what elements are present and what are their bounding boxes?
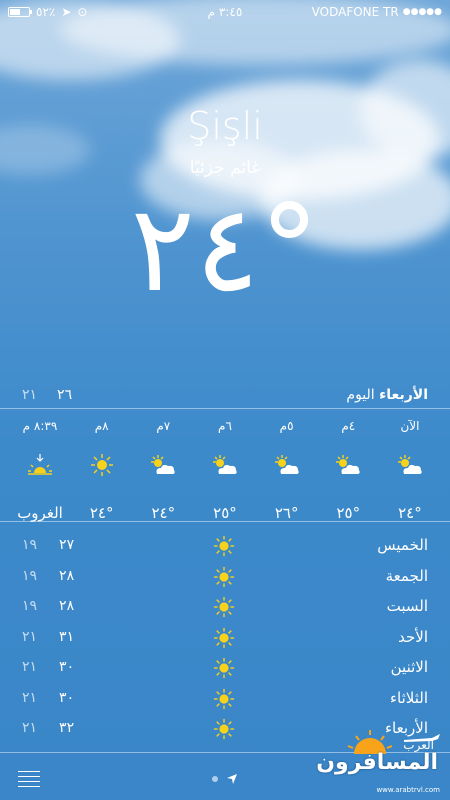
hour-temp: ٢٥°: [213, 504, 237, 522]
day-low: ١٩: [22, 537, 38, 554]
list-item: ١٩ ٢٨ الجمعة: [0, 561, 450, 592]
hour-temp: ٢٥°: [336, 504, 361, 522]
list-item: ٢١ ٣٠ الاثنين: [0, 652, 450, 683]
sun-icon: [90, 448, 114, 482]
sun-icon: [213, 535, 235, 561]
day-high: ٢٨: [59, 598, 75, 615]
sun-icon: [213, 718, 235, 744]
list-item: ٢١ ٣٠ الثلاثاء: [0, 683, 450, 714]
hour-time: ٦م: [218, 419, 232, 433]
hour-item: ٥م ٢٦°: [261, 414, 313, 522]
location-arrow-icon: ➤: [61, 5, 72, 19]
hour-item: ٦م ٢٥°: [199, 414, 251, 522]
day-name: الجمعة: [385, 566, 428, 585]
hourly-forecast[interactable]: الآن ٢٤° ٤م ٢٥° ٥م ٢٦° ٦م ٢٥° ٧م ٢٤° ٨م: [0, 414, 450, 522]
hour-time: ٤م: [341, 419, 356, 433]
hour-item: ٧م ٢٤°: [137, 414, 189, 522]
battery-percent: ٥٢٪: [36, 5, 56, 19]
signal-icon: ●●●●●: [402, 7, 442, 17]
daily-forecast[interactable]: ١٩ ٢٧ الخميس ١٩ ٢٨ الجمعة ١٩ ٢٨ السبت ٢١ ٣١ …: [0, 530, 450, 744]
hour-time: ٨:٣٩ م: [22, 419, 58, 433]
battery-icon: [8, 7, 32, 17]
day-low: ١٩: [22, 567, 38, 584]
hour-time: ٨م: [94, 419, 109, 433]
rotation-lock-icon: ⊙: [77, 5, 88, 19]
partly-cloudy-icon: [273, 448, 301, 482]
today-summary: ٢١ ٢٦ الأربعاء اليوم: [0, 382, 450, 408]
list-icon[interactable]: [18, 771, 40, 791]
day-name: الأحد: [398, 627, 428, 646]
sun-icon: [213, 566, 235, 592]
hour-item: الآن ٢٤°: [384, 414, 436, 522]
day-name: السبت: [386, 597, 428, 616]
hour-item: ٤م ٢٥°: [322, 414, 374, 522]
sun-icon: [213, 657, 235, 683]
partly-cloudy-icon: [149, 448, 177, 482]
today-label: الأربعاء اليوم: [346, 387, 428, 403]
today-low: ٢١: [22, 387, 38, 403]
hour-time: ٥م: [279, 419, 294, 433]
hour-time: الآن: [400, 419, 420, 433]
day-low: ١٩: [22, 598, 38, 615]
day-high: ٣١: [59, 628, 75, 645]
day-low: ٢١: [22, 628, 38, 645]
watermark-main-text: المسافرون: [316, 750, 438, 775]
status-bar: ٥٢٪ ➤ ⊙ ٣:٤٥ م VODAFONE TR ●●●●●: [0, 0, 450, 24]
day-low: ٢١: [22, 689, 38, 706]
today-high: ٢٦: [57, 387, 73, 403]
hour-temp: ٢٤°: [151, 504, 176, 522]
watermark-url: www.arabtrvl.com: [376, 786, 440, 794]
day-high: ٢٧: [59, 537, 75, 554]
city-name: Şişli: [187, 104, 263, 148]
hour-temp: الغروب: [17, 504, 63, 522]
day-high: ٣٠: [59, 689, 75, 706]
hour-temp: ٢٤°: [398, 504, 422, 522]
sun-icon: [213, 596, 235, 622]
divider-top: [0, 408, 450, 409]
day-high: ٣٠: [59, 659, 75, 676]
partly-cloudy-icon: [334, 448, 362, 482]
day-high: ٣٢: [59, 720, 75, 737]
hour-temp: ٢٦°: [274, 504, 299, 522]
today-day: الأربعاء: [379, 387, 428, 403]
day-high: ٢٨: [59, 567, 75, 584]
hour-temp: ٢٤°: [89, 504, 114, 522]
sun-icon: [213, 627, 235, 653]
bottom-toolbar: العرب المسافرون www.arabtrvl.com: [0, 730, 450, 800]
today-hilo: ٢١ ٢٦: [22, 387, 72, 403]
page-indicator[interactable]: [212, 773, 238, 785]
divider-middle: [0, 521, 450, 522]
sun-icon: [213, 688, 235, 714]
current-temperature: ٢٤°: [130, 180, 320, 319]
partly-cloudy-icon: [211, 448, 239, 482]
day-low: ٢١: [22, 659, 38, 676]
carrier-name: VODAFONE TR: [311, 5, 399, 19]
location-arrow-icon: [227, 774, 237, 784]
hour-item: ٨:٣٩ م الغروب: [14, 414, 66, 522]
day-name: الخميس: [377, 536, 428, 555]
weather-condition: غائم جزئيًا: [189, 158, 261, 178]
watermark-logo: العرب المسافرون www.arabtrvl.com: [316, 730, 444, 796]
day-low: ٢١: [22, 720, 38, 737]
today-word: اليوم: [346, 387, 375, 403]
hour-time: ٧م: [156, 419, 171, 433]
day-name: الثلاثاء: [389, 688, 428, 707]
day-name: الاثنين: [390, 658, 428, 677]
page-dot: [212, 776, 218, 782]
list-item: ١٩ ٢٨ السبت: [0, 591, 450, 622]
hour-item: ٨م ٢٤°: [76, 414, 128, 522]
partly-cloudy-icon: [396, 448, 424, 482]
list-item: ١٩ ٢٧ الخميس: [0, 530, 450, 561]
list-item: ٢١ ٣١ الأحد: [0, 622, 450, 653]
status-right: VODAFONE TR ●●●●●: [312, 5, 442, 19]
status-left: ٥٢٪ ➤ ⊙: [8, 5, 87, 19]
sunset-icon: [26, 448, 54, 482]
